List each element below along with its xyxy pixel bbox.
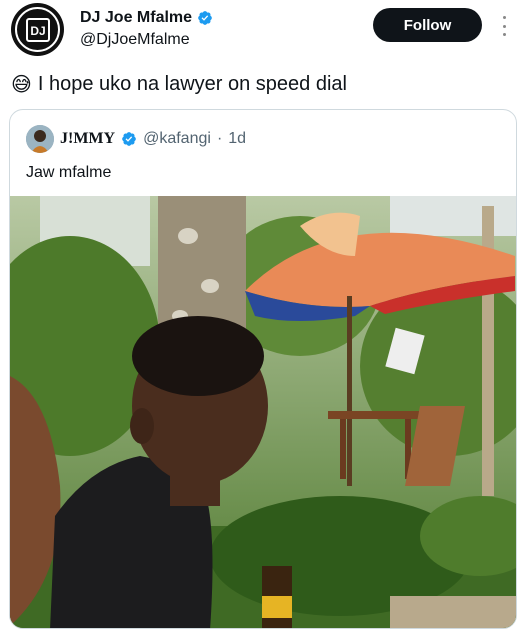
author-avatar[interactable]: DJ <box>11 3 64 56</box>
quoted-display-name[interactable]: J!MMY <box>60 130 115 148</box>
quoted-avatar-image <box>26 125 54 153</box>
author-handle[interactable]: @DjJoeMfalme <box>80 31 190 49</box>
quoted-handle[interactable]: @kafangi <box>143 130 211 148</box>
quoted-tweet[interactable]: J!MMY @kafangi · 1d Jaw mfalme <box>9 109 517 629</box>
quoted-separator: · <box>216 130 223 147</box>
quoted-verified-badge-icon <box>122 132 136 146</box>
more-options-icon[interactable] <box>497 12 511 40</box>
quoted-header: J!MMY @kafangi · 1d <box>26 125 246 153</box>
quoted-timestamp[interactable]: 1d <box>228 130 246 148</box>
grinning-sweat-emoji-icon: 😅 <box>11 74 32 96</box>
tweet-text: 😅 I hope uko na lawyer on speed dial <box>11 72 347 97</box>
follow-button[interactable]: Follow <box>373 8 482 42</box>
author-name-row[interactable]: DJ Joe Mfalme <box>80 9 213 27</box>
tweet-body: I hope uko na lawyer on speed dial <box>37 73 347 95</box>
tweet-header: DJ DJ Joe Mfalme @DjJoeMfalme Follow <box>0 0 528 62</box>
avatar-logo: DJ <box>15 7 60 52</box>
svg-text:DJ: DJ <box>30 24 45 38</box>
verified-badge-icon <box>198 11 212 25</box>
quoted-avatar[interactable] <box>26 125 54 153</box>
quoted-text: Jaw mfalme <box>26 164 112 181</box>
photo-scene <box>10 196 516 628</box>
dj-logo-icon: DJ <box>25 17 50 42</box>
author-display-name[interactable]: DJ Joe Mfalme <box>80 9 192 27</box>
quoted-photo[interactable] <box>10 196 516 628</box>
